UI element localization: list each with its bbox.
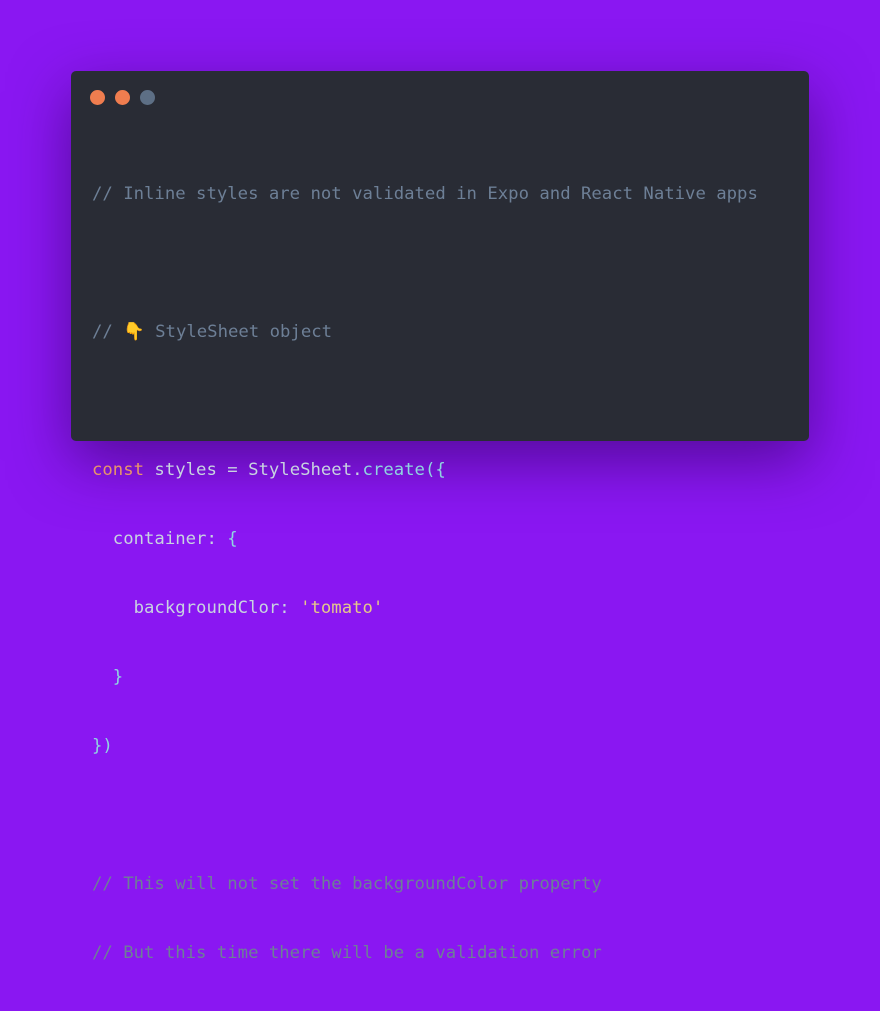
open-brace: { [227, 529, 238, 549]
variable-assignment: styles = [144, 460, 249, 480]
closing-paren-line: }) [92, 736, 113, 756]
comment-line-2: // 👇 StyleSheet object [92, 321, 758, 344]
dot-operator: . [352, 460, 363, 480]
minimize-dot-icon[interactable] [115, 90, 130, 105]
code-window: // Inline styles are not validated in Ex… [71, 71, 809, 963]
pointing-down-icon: 👇 [123, 322, 145, 342]
comment-text: StyleSheet object [144, 322, 333, 342]
comment-prefix: // [92, 322, 124, 342]
close-dot-icon[interactable] [90, 90, 105, 105]
comment-line-4: // But this time there will be a validat… [92, 943, 602, 963]
tomato-string: 'tomato' [300, 598, 384, 618]
comment-line-1: // Inline styles are not validated in Ex… [92, 184, 758, 204]
code-line-background: backgroundClor: 'tomato' [92, 597, 758, 620]
code-block: // Inline styles are not validated in Ex… [92, 137, 758, 1011]
window-controls [90, 90, 155, 105]
background-key: backgroundClor: [92, 598, 301, 618]
code-line-container: container: { [92, 528, 758, 551]
container-key: container: [92, 529, 228, 549]
open-paren-brace: ({ [424, 460, 446, 480]
const-keyword: const [92, 460, 145, 480]
code-line-const: const styles = StyleSheet.create({ [92, 459, 758, 482]
comment-line-3: // This will not set the backgroundColor… [92, 874, 602, 894]
method-name: create [362, 460, 425, 480]
closing-brace-line: } [92, 667, 124, 687]
maximize-dot-icon[interactable] [140, 90, 155, 105]
class-name: StyleSheet [248, 460, 353, 480]
